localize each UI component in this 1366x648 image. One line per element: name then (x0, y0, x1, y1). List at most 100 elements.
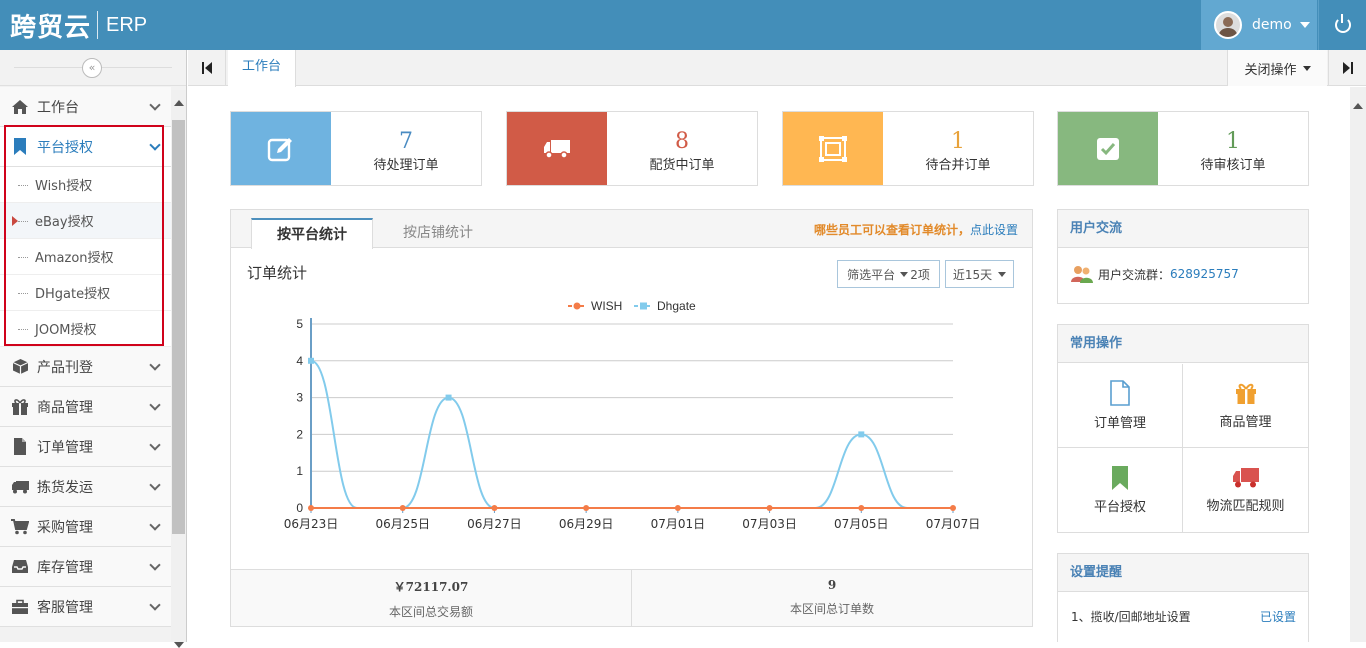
stat-label: 配货中订单 (649, 158, 715, 173)
subitem-label: JOOM授权 (35, 323, 97, 338)
reminder-row: 1、揽收/回邮地址设置 已设置 (1058, 592, 1308, 632)
tab-by-store[interactable]: 按店铺统计 (377, 218, 499, 249)
stat-label: 待处理订单 (373, 158, 439, 173)
logout-button[interactable] (1318, 0, 1366, 50)
sidebar-item-label: 客服管理 (37, 599, 93, 616)
sidebar: « 工作台 平台授权 Wish授权 eBay授权 Amazon授权 DHgate… (0, 50, 187, 648)
main-scrollbar[interactable] (1350, 87, 1366, 642)
tab-workbench[interactable]: 工作台 (228, 50, 296, 87)
sidebar-subitem-joom[interactable]: JOOM授权 (0, 311, 171, 347)
x-tick-label: 07月03日 (742, 517, 797, 531)
chart-tab-bar: 按平台统计 按店铺统计 哪些员工可以查看订单统计，点此设置 (231, 210, 1032, 249)
tab-scroll-right-button[interactable] (1328, 50, 1366, 86)
chevron-down-icon (149, 559, 161, 571)
stat-card-review[interactable]: 1 待审核订单 (1057, 111, 1309, 186)
settings-link[interactable]: 点此设置 (970, 223, 1018, 237)
op-platform-auth[interactable]: 平台授权 (1058, 448, 1183, 532)
top-header: 跨贸云 ERP demo (0, 0, 1366, 50)
community-row: 用户交流群： 628925757 (1058, 248, 1308, 284)
logo-sub-text: ERP (106, 13, 148, 36)
x-tick-label: 06月25日 (375, 517, 430, 531)
y-tick-label: 3 (296, 391, 303, 405)
y-tick-label: 0 (296, 501, 303, 515)
summary-amount: ￥72117.07 本区间总交易额 (231, 570, 631, 626)
sidebar-item-orders[interactable]: 订单管理 (0, 427, 171, 467)
caret-down-icon (998, 271, 1007, 277)
y-tick-label: 4 (296, 354, 303, 368)
logo-main-text: 跨贸云 (10, 12, 92, 43)
cube-icon (10, 358, 30, 376)
subitem-label: eBay授权 (35, 215, 94, 230)
chevron-down-icon (149, 139, 161, 151)
tab-scroll-left-button[interactable] (188, 50, 226, 86)
sidebar-item-inventory[interactable]: 库存管理 (0, 547, 171, 587)
data-point-wish (399, 505, 406, 511)
inbox-icon (10, 558, 30, 576)
sidebar-item-product-listing[interactable]: 产品刊登 (0, 347, 171, 387)
edit-icon (267, 137, 292, 161)
reminder-status-link[interactable]: 已设置 (1260, 608, 1296, 625)
stat-card-pending[interactable]: 7 待处理订单 (230, 111, 482, 186)
caret-down-icon (1299, 22, 1310, 28)
chart-title: 订单统计 (247, 264, 308, 282)
sidebar-item-label: 库存管理 (37, 559, 93, 576)
chevron-down-icon (149, 399, 161, 411)
sidebar-scrollbar[interactable] (171, 90, 186, 648)
sidebar-subitem-ebay[interactable]: eBay授权 (0, 203, 171, 239)
sidebar-item-shipping[interactable]: 拣货发运 (0, 467, 171, 507)
scroll-down-icon[interactable] (174, 642, 184, 648)
scroll-thumb[interactable] (172, 120, 185, 534)
avatar (1214, 11, 1242, 39)
chevron-down-icon (149, 599, 161, 611)
stat-card-allocating[interactable]: 8 配货中订单 (506, 111, 758, 186)
sidebar-subitem-wish[interactable]: Wish授权 (0, 167, 171, 203)
op-order-management[interactable]: 订单管理 (1058, 364, 1183, 448)
chevron-down-icon (149, 439, 161, 451)
data-point-wish (491, 505, 498, 511)
bookmark-icon (1112, 465, 1128, 490)
op-label: 商品管理 (1219, 415, 1272, 430)
reminders-panel: 设置提醒 1、揽收/回邮地址设置 已设置 (1057, 553, 1309, 642)
tab-by-platform[interactable]: 按平台统计 (251, 218, 373, 249)
summary-orders: 9 本区间总订单数 (631, 570, 1032, 626)
scroll-up-icon[interactable] (174, 100, 184, 106)
data-point-wish (308, 505, 314, 511)
sidebar-subitem-amazon[interactable]: Amazon授权 (0, 239, 171, 275)
caret-down-icon (900, 271, 909, 277)
main-content: 7 待处理订单 8 配货中订单 1 待合并订单 1 待审核订单 按平台统计 按店… (188, 87, 1350, 642)
op-goods-management[interactable]: 商品管理 (1183, 364, 1308, 448)
close-ops-dropdown[interactable]: 关闭操作 (1227, 50, 1327, 86)
stat-card-merge[interactable]: 1 待合并订单 (782, 111, 1034, 186)
data-point-wish (766, 505, 773, 511)
date-range-dropdown[interactable]: 近15天 (945, 260, 1014, 288)
chevron-down-icon (149, 99, 161, 111)
brand-logo[interactable]: 跨贸云 ERP (10, 6, 147, 44)
briefcase-icon (10, 598, 30, 616)
users-icon (1071, 266, 1093, 283)
sidebar-item-platform-auth[interactable]: 平台授权 (0, 127, 171, 167)
sidebar-item-label: 拣货发运 (37, 479, 93, 496)
common-ops-grid: 订单管理 商品管理 平台授权 物流匹配规则 (1058, 364, 1308, 532)
tab-bar: 工作台 关闭操作 (188, 50, 1366, 87)
sidebar-item-label: 工作台 (37, 99, 79, 116)
community-label: 用户交流群： (1098, 267, 1171, 282)
truck-icon (1232, 467, 1259, 487)
stat-icon-box (231, 112, 331, 185)
sidebar-item-purchasing[interactable]: 采购管理 (0, 507, 171, 547)
sidebar-subitem-dhgate[interactable]: DHgate授权 (0, 275, 171, 311)
stat-value: 8 (675, 129, 689, 154)
sidebar-item-customer-service[interactable]: 客服管理 (0, 587, 171, 627)
sidebar-item-workbench[interactable]: 工作台 (0, 87, 171, 127)
user-menu[interactable]: demo (1201, 0, 1317, 50)
subitem-label: Amazon授权 (35, 251, 114, 266)
sidebar-collapse-button[interactable]: « (82, 58, 102, 78)
community-panel: 用户交流 用户交流群： 628925757 (1057, 209, 1309, 304)
data-point-wish (583, 505, 590, 511)
platform-filter-dropdown[interactable]: 筛选平台 2项 (837, 260, 940, 288)
scroll-up-icon[interactable] (1353, 103, 1363, 109)
sidebar-item-goods[interactable]: 商品管理 (0, 387, 171, 427)
op-logistics-rules[interactable]: 物流匹配规则 (1183, 448, 1308, 532)
sidebar-item-label: 采购管理 (37, 519, 93, 536)
community-group-id[interactable]: 628925757 (1170, 267, 1239, 281)
legend-label-dhgate: Dhgate (657, 299, 696, 313)
